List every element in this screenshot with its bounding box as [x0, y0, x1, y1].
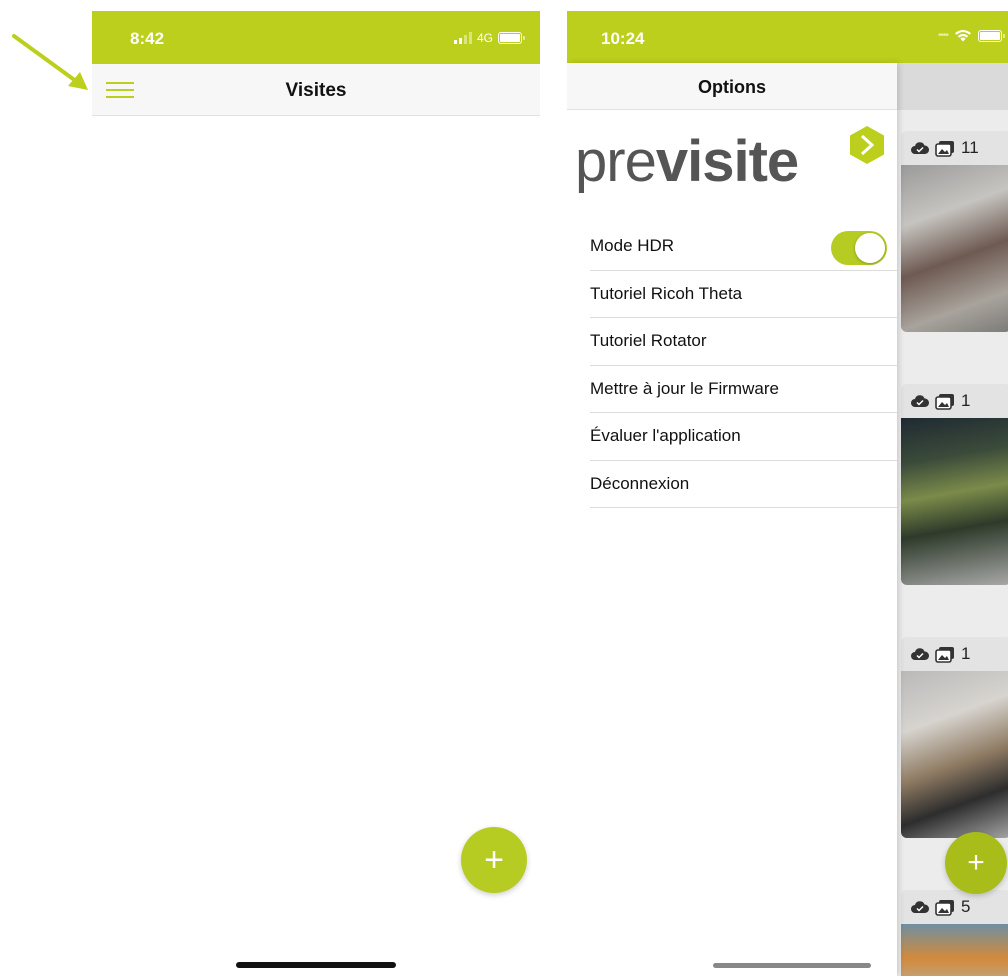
status-indicators: 4G	[453, 29, 525, 46]
battery-icon	[978, 29, 1005, 42]
cloud-check-icon	[911, 900, 929, 913]
options-drawer: Options previsite Mode HDR Tutoriel Rico…	[567, 63, 897, 976]
menu-item-mode-hdr[interactable]: Mode HDR	[590, 223, 897, 271]
visit-thumbnail	[901, 924, 1008, 976]
page-title: Visites	[285, 80, 347, 101]
status-time: 8:42	[130, 29, 165, 48]
menu-item-label: Mettre à jour le Firmware	[590, 378, 779, 398]
battery-icon	[498, 31, 525, 44]
menu-item-tutoriel-ricoh-theta[interactable]: Tutoriel Ricoh Theta	[590, 271, 897, 318]
visit-card[interactable]: 5	[901, 890, 1008, 976]
status-time: 10:24	[601, 29, 645, 48]
right-phone-screen: 10:24 •••• 11 1 1 5 + Options previsite …	[567, 11, 1008, 976]
status-bar: 10:24 ••••	[567, 11, 1008, 63]
visit-card[interactable]: 1	[901, 384, 1008, 585]
menu-item-rate-app[interactable]: Évaluer l'application	[590, 413, 897, 461]
photos-icon	[935, 140, 954, 157]
background-navigation-bar	[897, 63, 1008, 110]
menu-item-label: Tutoriel Rotator	[590, 331, 707, 351]
card-meta: 11	[901, 131, 1008, 165]
card-meta: 1	[901, 637, 1008, 671]
photo-count: 5	[961, 897, 971, 916]
left-phone-screen: 8:42 4G Visites +	[92, 11, 540, 976]
menu-item-tutoriel-rotator[interactable]: Tutoriel Rotator	[590, 318, 897, 366]
add-visit-button[interactable]: +	[461, 827, 527, 893]
drawer-header: Options	[567, 63, 897, 110]
add-visit-button[interactable]: +	[945, 832, 1007, 894]
drawer-title: Options	[698, 77, 766, 97]
cloud-check-icon	[911, 394, 929, 407]
menu-item-update-firmware[interactable]: Mettre à jour le Firmware	[590, 366, 897, 413]
navigation-bar: Visites	[92, 64, 540, 116]
card-meta: 1	[901, 384, 1008, 418]
signal-icon	[453, 31, 472, 44]
cloud-check-icon	[911, 647, 929, 660]
home-indicator[interactable]	[236, 962, 396, 968]
toggle-knob	[855, 233, 885, 263]
logo-wordmark: previsite	[575, 129, 799, 194]
visit-card[interactable]: 11	[901, 131, 1008, 332]
cloud-check-icon	[911, 141, 929, 154]
photos-icon	[935, 393, 954, 410]
wifi-icon	[955, 30, 971, 42]
menu-item-label: Évaluer l'application	[590, 426, 741, 446]
card-meta: 5	[901, 890, 1008, 924]
visit-card[interactable]: 1	[901, 637, 1008, 838]
status-bar: 8:42 4G	[92, 11, 540, 64]
visit-thumbnail	[901, 418, 1008, 585]
hdr-toggle[interactable]	[831, 231, 887, 265]
menu-item-label: Tutoriel Ricoh Theta	[590, 283, 743, 303]
photos-icon	[935, 646, 954, 663]
network-type: 4G	[476, 30, 493, 45]
photo-count: 11	[961, 138, 979, 157]
menu-item-label: Mode HDR	[590, 236, 675, 256]
status-indicators: ••••	[937, 29, 1005, 42]
signal-icon: ••••	[937, 30, 949, 41]
menu-item-label: Déconnexion	[590, 473, 690, 493]
photo-count: 1	[961, 644, 971, 663]
visit-thumbnail	[901, 165, 1008, 332]
options-menu: Mode HDR Tutoriel Ricoh Theta Tutoriel R…	[590, 223, 897, 508]
menu-item-logout[interactable]: Déconnexion	[590, 461, 897, 508]
previsite-logo: previsite	[575, 125, 887, 203]
home-indicator[interactable]	[713, 963, 871, 968]
photos-icon	[935, 899, 954, 916]
visit-thumbnail	[901, 671, 1008, 838]
previsite-hex-icon	[850, 126, 884, 164]
screenshot-canvas: 8:42 4G Visites + 10:24 •••• 11 1 1 5 + …	[0, 0, 1008, 976]
annotation-arrow-icon	[12, 34, 88, 90]
photo-count: 1	[961, 391, 971, 410]
